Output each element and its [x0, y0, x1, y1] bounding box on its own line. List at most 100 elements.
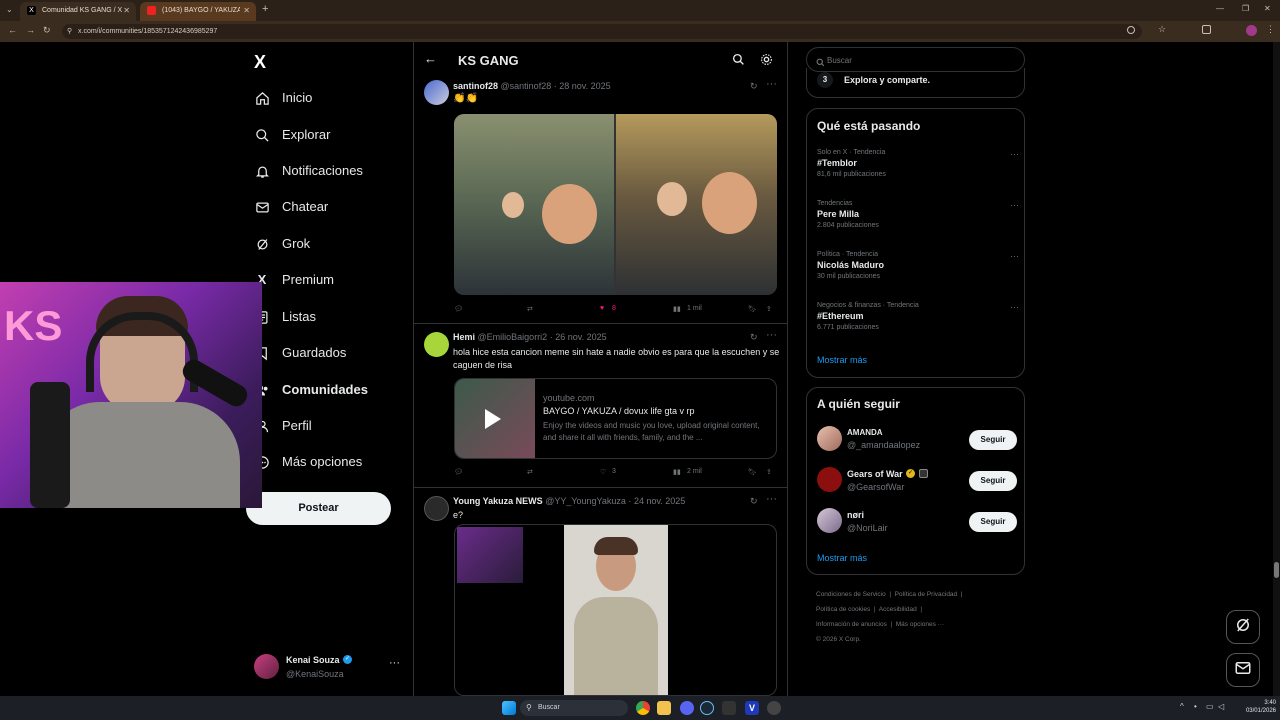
footer-link[interactable]: Condiciones de Servicio — [816, 591, 886, 598]
trend-item[interactable]: Solo en X · Tendencia #Temblor 81,6 mil … — [817, 149, 1019, 178]
nav-item-explorar[interactable]: Explorar — [254, 121, 330, 149]
step-text[interactable]: Explora y comparte. — [844, 75, 930, 85]
nav-item-mas-opciones[interactable]: Más opciones — [254, 448, 362, 476]
follow-suggestion[interactable]: nøri @NoriLair Seguir — [817, 508, 1017, 538]
repost-icon[interactable]: ⇄ — [527, 468, 533, 476]
account-more-icon[interactable]: ··· — [389, 657, 400, 669]
trend-more-icon[interactable]: ··· — [1010, 251, 1019, 261]
post[interactable]: santinof28 @santinof28 · 28 nov. 2025 ↻ … — [414, 76, 787, 322]
reload-icon[interactable]: ↻ — [43, 25, 51, 36]
follow-suggestion[interactable]: AMANDA @_amandaalopez Seguir — [817, 426, 1017, 456]
repost-icon[interactable]: ⇄ — [527, 305, 533, 313]
post-grok-icon[interactable]: ↻ — [750, 332, 758, 343]
url-field[interactable]: ⚲ x.com/i/communities/185357124243698529… — [62, 24, 1142, 39]
steam-icon[interactable] — [700, 701, 714, 715]
clock[interactable]: 3:40 03/01/2026 — [1232, 699, 1276, 715]
x-logo[interactable]: X — [254, 52, 266, 73]
footer-link[interactable]: Política de Privacidad — [895, 591, 958, 598]
show-more-link[interactable]: Mostrar más — [817, 355, 867, 365]
close-tab-icon[interactable]: ✕ — [243, 2, 250, 19]
trend-more-icon[interactable]: ··· — [1010, 200, 1019, 210]
reply-icon[interactable]: 💬︎ — [454, 305, 463, 313]
grok-float-button[interactable] — [1226, 610, 1260, 644]
profile-icon[interactable] — [1246, 25, 1257, 36]
browser-tab[interactable]: (1043) BAYGO / YAKUZA / dovu... ✕ — [140, 2, 256, 21]
mic-icon[interactable]: • — [1194, 702, 1197, 711]
network-icon[interactable]: ▭ — [1206, 702, 1214, 711]
site-info-icon[interactable]: ⚲ — [67, 24, 72, 39]
community-settings-icon[interactable] — [760, 53, 773, 71]
post-grok-icon[interactable]: ↻ — [750, 496, 758, 507]
nav-item-guardados[interactable]: Guardados — [254, 339, 346, 367]
share-icon[interactable]: ⇪ — [766, 468, 772, 476]
trend-item[interactable]: Tendencias Pere Milla 2.804 publicacione… — [817, 200, 1019, 229]
nav-item-comunidades[interactable]: Comunidades — [254, 376, 368, 404]
nav-item-listas[interactable]: Listas — [254, 303, 316, 331]
post-grok-icon[interactable]: ↻ — [750, 81, 758, 92]
nav-item-inicio[interactable]: Inicio — [254, 84, 312, 112]
bookmark-icon[interactable]: 🔖︎ — [748, 305, 757, 313]
post[interactable]: Hemi @EmilioBaigorri2 · 26 nov. 2025 ↻ ·… — [414, 324, 787, 487]
follow-button[interactable]: Seguir — [969, 471, 1017, 491]
search-input[interactable] — [827, 53, 1007, 67]
taskbar-search[interactable]: ⚲ Buscar — [520, 700, 628, 716]
browser-tab-active[interactable]: X Comunidad KS GANG / X ✕ — [20, 2, 136, 21]
close-tab-icon[interactable]: ✕ — [123, 2, 130, 19]
messages-float-button[interactable] — [1226, 653, 1260, 687]
views-icon[interactable]: ▮▮ — [673, 305, 681, 313]
follow-suggestion[interactable]: Gears of War ✓ @GearsofWar Seguir — [817, 467, 1017, 497]
post[interactable]: Young Yakuza NEWS @YY_YoungYakuza · 24 n… — [414, 488, 787, 696]
post-video[interactable] — [454, 524, 777, 696]
nav-item-grok[interactable]: Grok — [254, 230, 310, 258]
scrollbar-thumb[interactable] — [1274, 562, 1279, 578]
new-tab-button[interactable]: + — [262, 3, 268, 15]
community-search-icon[interactable] — [732, 53, 745, 71]
trend-item[interactable]: Negocios & finanzas · Tendencia #Ethereu… — [817, 302, 1019, 331]
link-card[interactable]: youtube.com BAYGO / YAKUZA / dovux life … — [454, 378, 777, 459]
nav-item-chatear[interactable]: Chatear — [254, 193, 328, 221]
post-more-icon[interactable]: ··· — [766, 78, 777, 90]
post-more-icon[interactable]: ··· — [766, 329, 777, 341]
discord-icon[interactable] — [680, 701, 694, 715]
back-icon[interactable]: ← — [8, 25, 17, 35]
post-image[interactable] — [454, 114, 777, 295]
show-more-link[interactable]: Mostrar más — [817, 553, 867, 563]
trend-more-icon[interactable]: ··· — [1010, 302, 1019, 312]
bookmark-star-icon[interactable]: ☆ — [1158, 24, 1166, 35]
share-icon[interactable]: ⇪ — [766, 305, 772, 313]
chevron-up-icon[interactable]: ^ — [1180, 702, 1184, 711]
tab-list-button[interactable]: ⌄ — [6, 5, 13, 14]
restore-icon[interactable]: ❐ — [1242, 4, 1249, 13]
zoom-icon[interactable] — [1127, 26, 1135, 34]
app-icon[interactable] — [767, 701, 781, 715]
views-icon[interactable]: ▮▮ — [673, 468, 681, 476]
chrome-icon[interactable] — [636, 701, 650, 715]
like-icon[interactable]: ♥ — [600, 305, 604, 312]
follow-button[interactable]: Seguir — [969, 512, 1017, 532]
menu-icon[interactable]: ⋮ — [1266, 24, 1275, 35]
nav-item-notificaciones[interactable]: Notificaciones — [254, 157, 363, 185]
forward-icon[interactable]: → — [26, 25, 35, 35]
like-icon[interactable]: ♡ — [600, 468, 606, 476]
scrollbar[interactable] — [1273, 42, 1280, 696]
file-explorer-icon[interactable] — [657, 701, 671, 715]
trend-more-icon[interactable]: ··· — [1010, 149, 1019, 159]
back-arrow-icon[interactable]: ← — [424, 51, 437, 66]
account-switcher[interactable]: Kenai Souza ✓ @KenaiSouza ··· — [254, 654, 404, 682]
minimize-icon[interactable]: — — [1216, 4, 1224, 13]
footer-link[interactable]: Política de cookies — [816, 606, 870, 613]
post-more-icon[interactable]: ··· — [766, 493, 777, 505]
close-window-icon[interactable]: ✕ — [1264, 4, 1271, 13]
footer-link[interactable]: Accesibilidad — [879, 606, 917, 613]
post-button[interactable]: Postear — [246, 492, 391, 525]
nav-item-premium[interactable]: X Premium — [254, 266, 334, 294]
follow-button[interactable]: Seguir — [969, 430, 1017, 450]
bookmark-icon[interactable]: 🔖︎ — [748, 468, 757, 476]
vegas-icon[interactable]: V — [745, 701, 759, 715]
nav-item-perfil[interactable]: Perfil — [254, 412, 312, 440]
trend-item[interactable]: Política · Tendencia Nicolás Maduro 30 m… — [817, 251, 1019, 280]
footer-link[interactable]: Más opciones ··· — [896, 621, 944, 628]
volume-icon[interactable]: ◁ — [1218, 702, 1224, 711]
windows-start-icon[interactable] — [502, 701, 516, 715]
footer-link[interactable]: Información de anuncios — [816, 621, 887, 628]
